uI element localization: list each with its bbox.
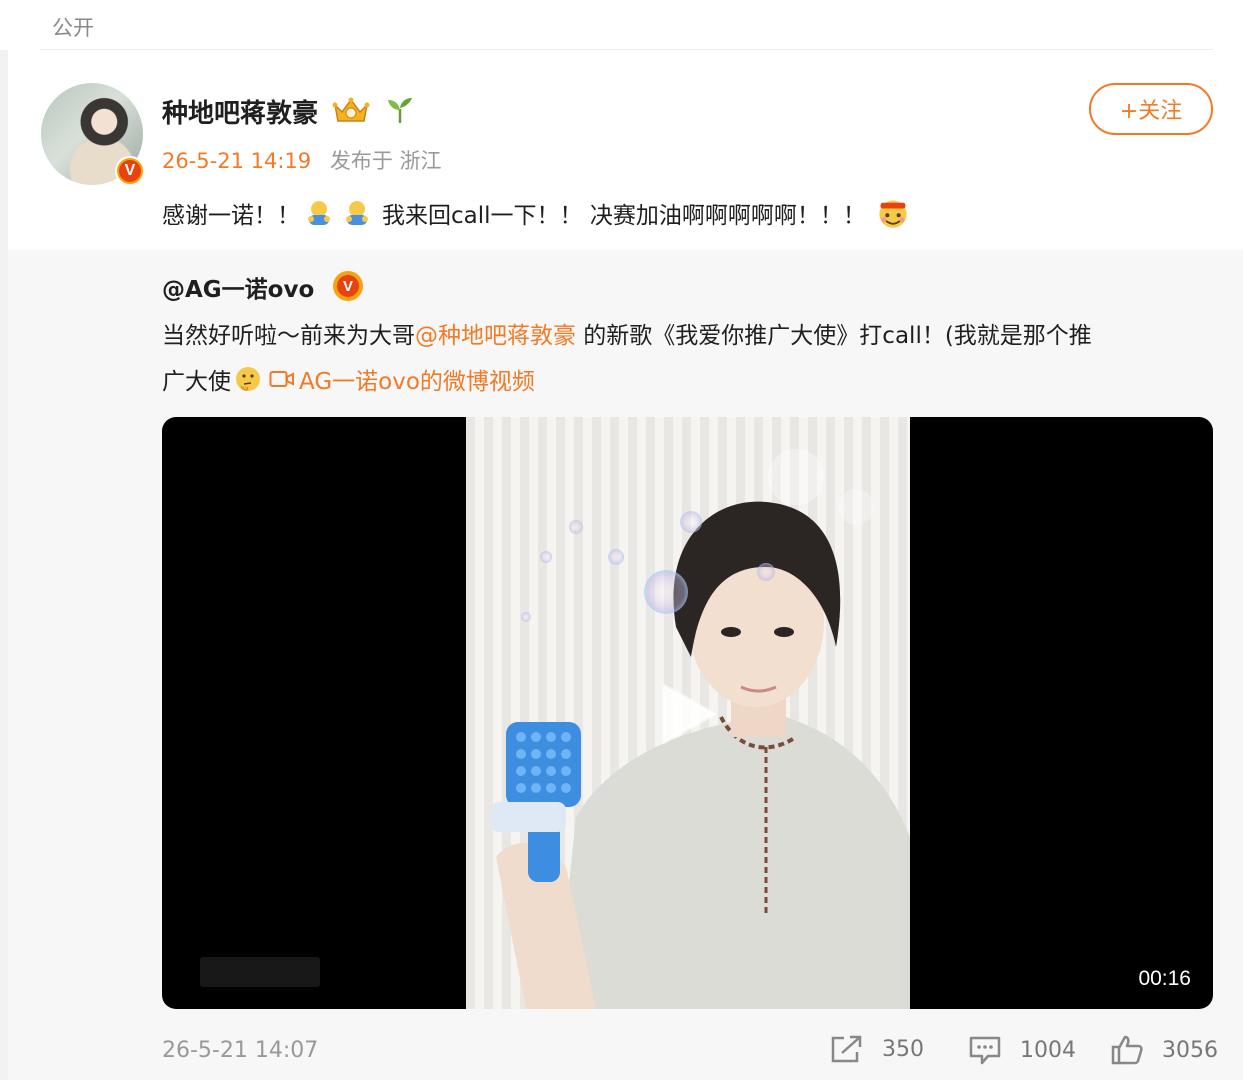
play-icon[interactable] bbox=[658, 682, 718, 746]
thumbs-up-icon bbox=[1111, 1035, 1143, 1065]
comment-count: 1004 bbox=[1020, 1037, 1076, 1063]
top-divider bbox=[40, 49, 1213, 50]
comment-icon bbox=[969, 1036, 1001, 1065]
video-player[interactable]: 00:16 bbox=[162, 417, 1213, 1009]
left-edge bbox=[0, 0, 8, 1080]
follow-label: +关注 bbox=[1119, 99, 1183, 124]
sprout-icon bbox=[388, 98, 412, 123]
video-link-label: AG一诺ovo的微博视频 bbox=[299, 369, 535, 395]
repost-text-segment: 的新歌《我爱你推广大使》打call！(我就是那个推 bbox=[576, 323, 1092, 349]
mention-link[interactable]: @种地吧蒋敦豪 bbox=[415, 323, 576, 349]
like-button[interactable]: 3056 bbox=[1110, 1034, 1218, 1066]
share-count: 350 bbox=[882, 1036, 924, 1062]
top-strip bbox=[0, 0, 1243, 50]
hug-emoji-icon bbox=[346, 201, 368, 225]
share-icon bbox=[831, 1035, 862, 1063]
repost-text-line1: 当然好听啦～前来为大哥@种地吧蒋敦豪 的新歌《我爱你推广大使》打call！(我就… bbox=[162, 316, 1092, 350]
follow-button[interactable]: +关注 bbox=[1089, 83, 1213, 135]
hug-emoji-icon bbox=[308, 201, 330, 225]
cheer-emoji-icon bbox=[879, 200, 907, 228]
video-link[interactable]: AG一诺ovo的微博视频 bbox=[269, 362, 535, 396]
video-camera-icon bbox=[269, 371, 294, 387]
thinking-emoji-icon bbox=[236, 367, 260, 391]
share-button[interactable]: 350 bbox=[830, 1034, 924, 1064]
verified-badge-icon: V bbox=[333, 271, 363, 301]
repost-text-segment: 当然好听啦～前来为大哥 bbox=[162, 323, 415, 349]
post-text: 感谢一诺！！ 我来回call一下！！ 决赛加油啊啊啊啊啊！！！ bbox=[162, 196, 914, 230]
repost-text-line2: 广大使 AG一诺ovo的微博视频 bbox=[162, 362, 535, 396]
post-text-part1: 感谢一诺！！ bbox=[162, 203, 300, 229]
post-text-part2: 我来回call一下！！ 决赛加油啊啊啊啊啊！！！ bbox=[382, 203, 866, 229]
post-author[interactable]: 种地吧蒋敦豪 bbox=[162, 93, 318, 130]
post-source: 发布于 浙江 bbox=[329, 149, 442, 173]
crown-icon bbox=[332, 97, 370, 122]
verified-badge-icon: V bbox=[115, 156, 145, 186]
video-duration: 00:16 bbox=[1138, 967, 1191, 990]
post-meta: 26-5-21 14:19 发布于 浙江 bbox=[162, 145, 442, 175]
repost-text-segment: 广大使 bbox=[162, 369, 231, 395]
video-watermark bbox=[200, 957, 320, 987]
repost-author[interactable]: @AG一诺ovo bbox=[162, 270, 314, 304]
like-count: 3056 bbox=[1162, 1037, 1218, 1063]
comment-button[interactable]: 1004 bbox=[968, 1034, 1076, 1066]
visibility-label: 公开 bbox=[52, 16, 94, 40]
repost-timestamp[interactable]: 26-5-21 14:07 bbox=[162, 1038, 318, 1063]
post-timestamp[interactable]: 26-5-21 14:19 bbox=[162, 149, 311, 173]
